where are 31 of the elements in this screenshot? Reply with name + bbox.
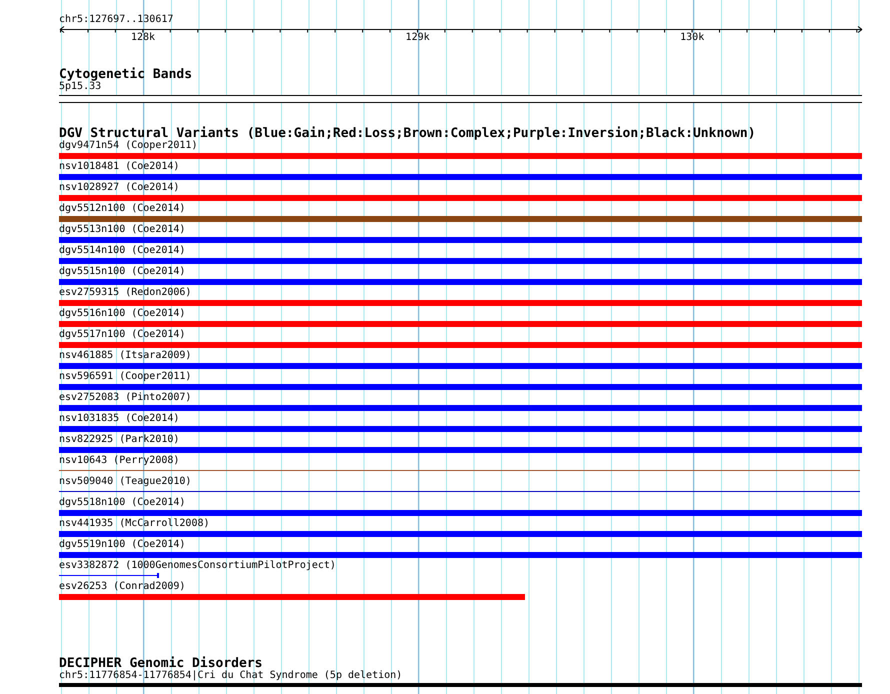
- feature-label: dgv5513n100 (Coe2014): [59, 224, 186, 236]
- feature-label: dgv5517n100 (Coe2014): [59, 329, 186, 341]
- feature-label: nsv1028927 (Coe2014): [59, 182, 180, 194]
- feature-label: esv2752083 (Pinto2007): [59, 392, 192, 404]
- feature-label: nsv596591 (Cooper2011): [59, 371, 192, 383]
- feature-label: nsv461885 (Itsara2009): [59, 350, 192, 362]
- tick-label: 130k: [680, 32, 704, 43]
- feature-label: esv2759315 (Redon2006): [59, 287, 192, 299]
- track-title: Cytogenetic Bands: [59, 68, 194, 81]
- feature-label: dgv5514n100 (Coe2014): [59, 245, 186, 257]
- feature-label: dgv5515n100 (Coe2014): [59, 266, 186, 278]
- feature-label: chr5:11776854-11776854|Cri du Chat Syndrome (5p deletion): [59, 670, 402, 682]
- feature-label: nsv1031835 (Coe2014): [59, 413, 180, 425]
- tick-label: 129k: [406, 32, 430, 43]
- feature-label: nsv509040 (Teague2010): [59, 476, 192, 488]
- feature-label: nsv441935 (McCarroll2008): [59, 518, 210, 530]
- feature-label: nsv10643 (Perry2008): [59, 455, 180, 467]
- tick-label: 128k: [130, 32, 156, 43]
- feature-label: dgv9471n54 (Cooper2011): [59, 140, 198, 152]
- track-title: DECIPHER Genomic Disorders: [59, 657, 262, 670]
- feature-label: dgv5516n100 (Coe2014): [59, 308, 186, 320]
- feature-label: esv26253 (Conrad2009): [59, 581, 186, 593]
- feature-label: esv3382872 (1000GenomesConsortiumPilotProject): [59, 560, 336, 572]
- track-title: DGV Structural Variants (Blue:Gain;Red:Loss;Brown:Complex;Purple:Inversion;Black:Unknown): [59, 127, 757, 140]
- feature-label: dgv5518n100 (Coe2014): [59, 497, 186, 509]
- feature-label: dgv5519n100 (Coe2014): [59, 539, 186, 551]
- feature-label: nsv1018481 (Coe2014): [59, 161, 180, 173]
- region-label: chr5:127697..130617: [59, 14, 174, 26]
- feature-label: nsv822925 (Park2010): [59, 434, 180, 446]
- feature-label: 5p15.33: [59, 81, 102, 93]
- feature-label: dgv5512n100 (Coe2014): [59, 203, 186, 215]
